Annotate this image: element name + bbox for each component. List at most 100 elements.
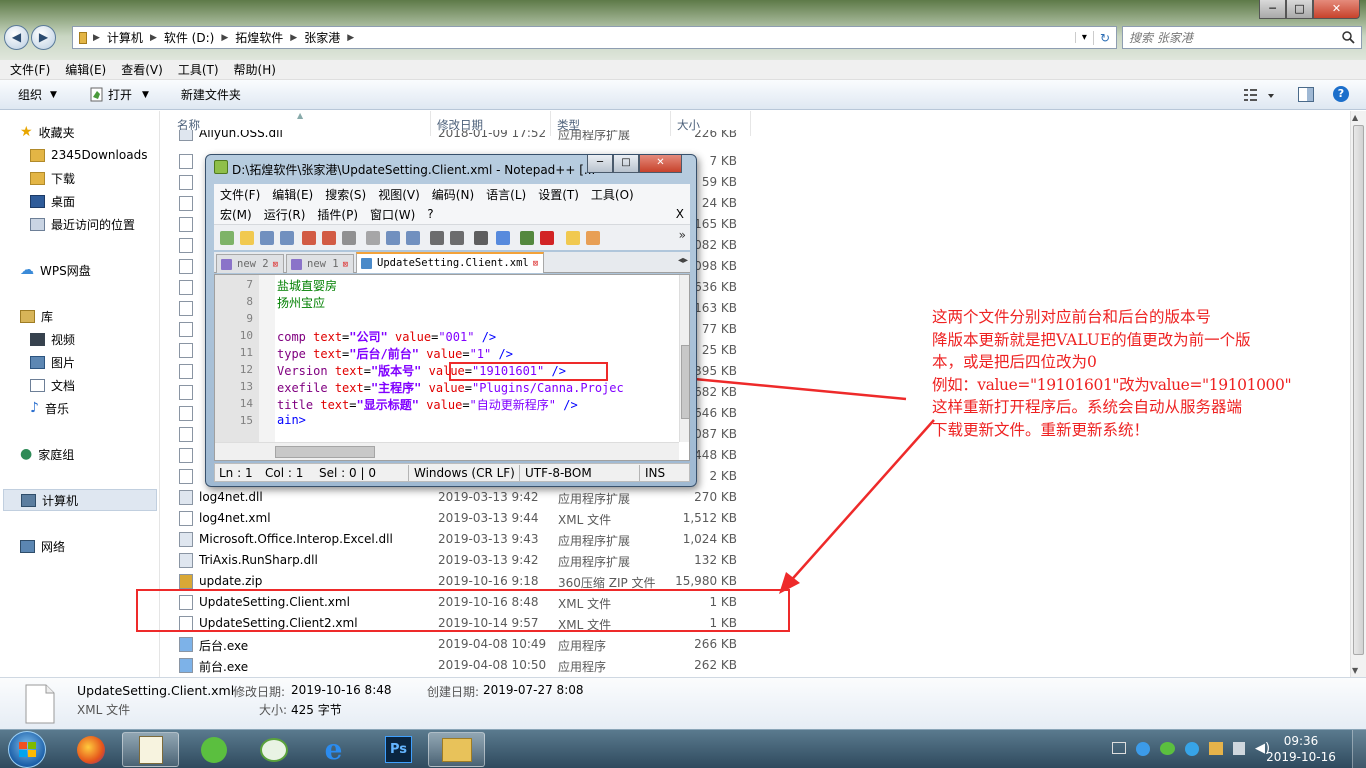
toolbar-button-icon[interactable] bbox=[474, 231, 488, 245]
show-desktop-button[interactable] bbox=[1352, 730, 1366, 768]
editor-hscroll-thumb[interactable] bbox=[275, 446, 375, 458]
line-number: 11 bbox=[239, 346, 253, 359]
xml-end: /> bbox=[498, 347, 513, 361]
toolbar-more-icon[interactable]: » bbox=[679, 228, 686, 242]
npp-menu-tools[interactable]: 工具(O) bbox=[585, 186, 640, 203]
code-text: 盐城直婴房 bbox=[277, 279, 338, 293]
toolbar-button-icon[interactable] bbox=[450, 231, 464, 245]
toolbar-button-icon[interactable] bbox=[520, 231, 534, 245]
firefox-icon bbox=[76, 735, 105, 764]
start-button[interactable] bbox=[8, 731, 46, 768]
internet-explorer-icon: e bbox=[324, 733, 343, 766]
taskbar-app-green[interactable] bbox=[185, 732, 242, 767]
status-eol: Windows (CR LF) bbox=[414, 466, 515, 480]
toolbar-button-icon[interactable] bbox=[280, 231, 294, 245]
code-line: title text="显示标题" value="自动更新程序" /> bbox=[277, 398, 578, 412]
toolbar-button-icon[interactable] bbox=[366, 231, 380, 245]
toolbar-button-icon[interactable] bbox=[342, 231, 356, 245]
tab-updatesetting-client[interactable]: UpdateSetting.Client.xml ⊠ bbox=[356, 252, 545, 273]
notepadpp-close-button[interactable]: ✕ bbox=[639, 155, 682, 173]
xml-tag: exefile bbox=[277, 381, 328, 395]
tab-close-icon[interactable]: ⊠ bbox=[533, 259, 538, 269]
network-tray-icon[interactable] bbox=[1233, 742, 1245, 755]
npp-menu-window[interactable]: 窗口(W) bbox=[364, 206, 421, 223]
editor-horizontal-scrollbar[interactable] bbox=[215, 442, 679, 460]
npp-menu-run[interactable]: 运行(R) bbox=[258, 206, 312, 223]
tab-scroll-arrows[interactable]: ◂▸ bbox=[678, 255, 688, 266]
code-line: comp text="公司" value="001" /> bbox=[277, 330, 497, 344]
xml-end: /> bbox=[563, 398, 578, 412]
toolbar-button-icon[interactable] bbox=[302, 231, 316, 245]
notepadpp-icon bbox=[138, 735, 163, 764]
taskbar-notepadpp[interactable] bbox=[122, 732, 179, 767]
xml-value: "自动更新程序" bbox=[469, 398, 556, 412]
taskbar-ie[interactable]: e bbox=[305, 732, 362, 767]
notepadpp-maximize-button[interactable]: □ bbox=[613, 155, 639, 173]
toolbar-button-icon[interactable] bbox=[540, 231, 554, 245]
toolbar-button-icon[interactable] bbox=[260, 231, 274, 245]
toolbar-button-icon[interactable] bbox=[240, 231, 254, 245]
action-center-icon[interactable] bbox=[1209, 742, 1223, 755]
xml-value: "001" bbox=[438, 330, 475, 344]
details-created-label: 创建日期: bbox=[427, 685, 480, 699]
npp-menu-file[interactable]: 文件(F) bbox=[214, 186, 266, 203]
tab-label: new 2 bbox=[237, 258, 269, 270]
npp-menu-settings[interactable]: 设置(T) bbox=[532, 186, 585, 203]
notepadpp-menu-row2: 宏(M) 运行(R) 插件(P) 窗口(W) ? X bbox=[214, 204, 690, 224]
line-number: 12 bbox=[239, 363, 253, 376]
npp-menu-macro[interactable]: 宏(M) bbox=[214, 206, 258, 223]
status-divider bbox=[519, 465, 520, 481]
toolbar-button-icon[interactable] bbox=[586, 231, 600, 245]
toolbar-button-icon[interactable] bbox=[322, 231, 336, 245]
toolbar-button-icon[interactable] bbox=[496, 231, 510, 245]
tab-close-icon[interactable]: ⊠ bbox=[273, 260, 278, 270]
toolbar-button-icon[interactable] bbox=[406, 231, 420, 245]
tab-close-icon[interactable]: ⊠ bbox=[343, 260, 348, 270]
tab-new-1[interactable]: new 1 ⊠ bbox=[286, 254, 355, 273]
npp-menu-view[interactable]: 视图(V) bbox=[372, 186, 426, 203]
npp-menu-language[interactable]: 语言(L) bbox=[480, 186, 532, 203]
annotation-line: 降版本更新就是把VALUE的值更改为前一个版 bbox=[932, 330, 1251, 349]
qq-tray-icon[interactable] bbox=[1185, 742, 1199, 756]
xml-value: "显示标题" bbox=[356, 398, 419, 412]
line-number: 14 bbox=[239, 397, 253, 410]
clock[interactable]: 09:36 2019-10-16 bbox=[1262, 733, 1340, 765]
toolbar-button-icon[interactable] bbox=[220, 231, 234, 245]
system-tray: ◀) bbox=[1112, 742, 1270, 756]
tab-label: UpdateSetting.Client.xml bbox=[377, 257, 529, 269]
taskbar: e Ps ◀) 09:36 2019-10-16 bbox=[0, 729, 1366, 768]
toolbar-button-icon[interactable] bbox=[566, 231, 580, 245]
taskbar-firefox[interactable] bbox=[62, 732, 119, 767]
toolbar-button-icon[interactable] bbox=[386, 231, 400, 245]
status-insert-mode: INS bbox=[645, 466, 666, 480]
notepadpp-minimize-button[interactable]: ─ bbox=[587, 155, 613, 173]
taskbar-photoshop[interactable]: Ps bbox=[370, 732, 427, 767]
toolbar-button-icon[interactable] bbox=[430, 231, 444, 245]
annotation-line: 例如：value="19101601"改为value="19101000" bbox=[932, 375, 1292, 394]
npp-menu-close-doc[interactable]: X bbox=[670, 207, 690, 221]
app-tray-icon[interactable] bbox=[1136, 742, 1150, 756]
notepadpp-window: D:\拓煌软件\张家港\UpdateSetting.Client.xml - N… bbox=[205, 154, 697, 487]
editor-vertical-scrollbar[interactable] bbox=[679, 275, 689, 442]
xml-tag: type bbox=[277, 347, 306, 361]
notepadpp-tabbar: new 2 ⊠ new 1 ⊠ UpdateSetting.Client.xml ⊠ … bbox=[214, 252, 690, 273]
file-tab-icon bbox=[291, 259, 302, 270]
xml-attr: text bbox=[313, 330, 343, 344]
npp-menu-help[interactable]: ? bbox=[421, 207, 439, 221]
taskbar-explorer[interactable] bbox=[428, 732, 485, 767]
npp-menu-search[interactable]: 搜索(S) bbox=[319, 186, 372, 203]
tab-new-2[interactable]: new 2 ⊠ bbox=[216, 254, 285, 273]
toolbar-icons[interactable] bbox=[214, 225, 684, 251]
photoshop-icon: Ps bbox=[385, 736, 412, 763]
npp-menu-encoding[interactable]: 编码(N) bbox=[426, 186, 480, 203]
file-tab-icon bbox=[221, 259, 232, 270]
annotation-line: 这样重新打开程序后。系统会自动从服务器端 bbox=[932, 398, 1243, 416]
keyboard-tray-icon[interactable] bbox=[1112, 742, 1126, 754]
xml-attr: value bbox=[428, 381, 465, 395]
npp-menu-plugins[interactable]: 插件(P) bbox=[311, 206, 364, 223]
npp-menu-edit[interactable]: 编辑(E) bbox=[266, 186, 319, 203]
editor-scroll-thumb[interactable] bbox=[681, 345, 689, 419]
wechat-tray-icon[interactable] bbox=[1160, 742, 1175, 755]
windows-logo-icon bbox=[19, 742, 36, 757]
taskbar-wechat[interactable] bbox=[245, 732, 302, 767]
